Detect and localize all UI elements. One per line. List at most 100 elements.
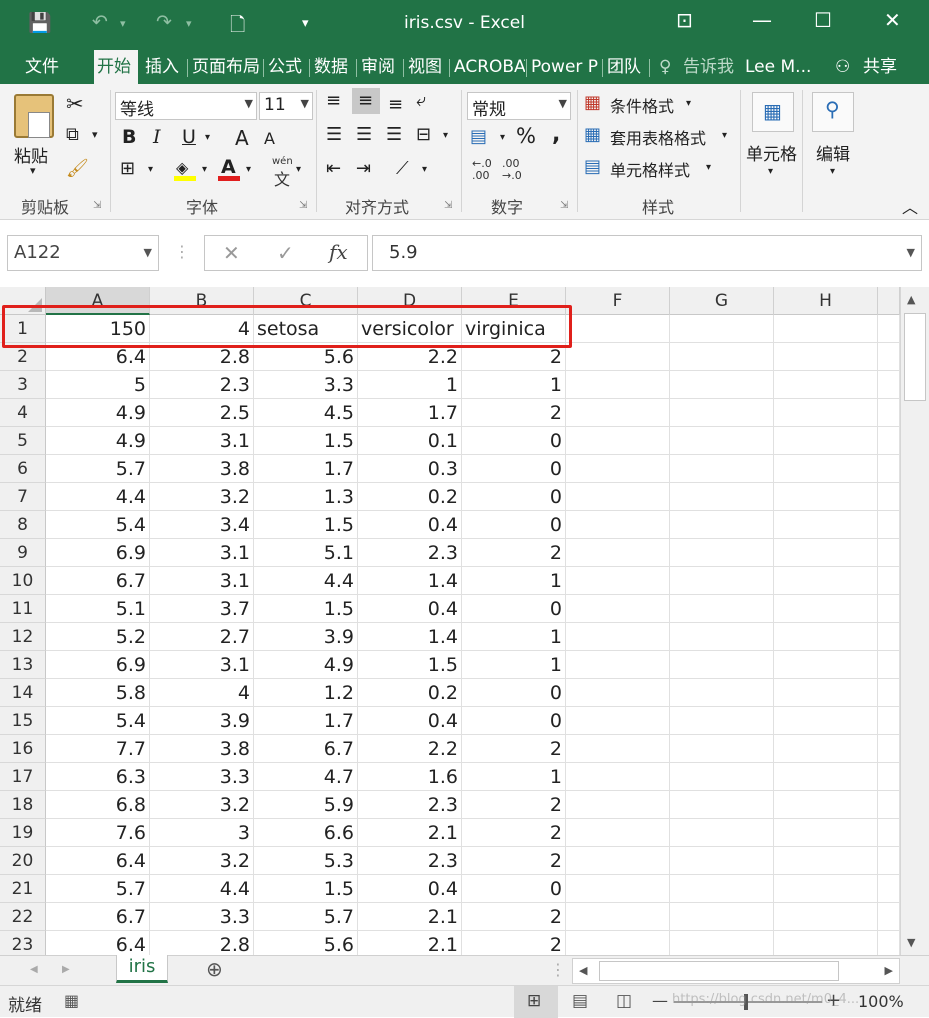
- cell[interactable]: 2.1: [358, 819, 462, 847]
- cell[interactable]: 4.9: [254, 651, 358, 679]
- number-format-combo[interactable]: 常规 ▼: [467, 92, 571, 120]
- cell[interactable]: 1.5: [358, 651, 462, 679]
- cell[interactable]: 5.9: [254, 791, 358, 819]
- row-header[interactable]: 18: [0, 791, 46, 819]
- row-header[interactable]: 12: [0, 623, 46, 651]
- underline-dropdown-icon[interactable]: ▾: [205, 132, 210, 143]
- row-header[interactable]: 16: [0, 735, 46, 763]
- cell[interactable]: 2.3: [358, 791, 462, 819]
- ribbon-display-options-icon[interactable]: ⊡: [676, 8, 693, 32]
- tab-formulas[interactable]: 公式: [265, 50, 307, 84]
- cell[interactable]: [670, 875, 774, 903]
- scroll-up-icon[interactable]: ▲: [907, 293, 915, 306]
- cell[interactable]: 0.4: [358, 595, 462, 623]
- cell[interactable]: [878, 595, 900, 623]
- cell[interactable]: 3.2: [150, 483, 254, 511]
- cell[interactable]: [774, 931, 878, 955]
- cell[interactable]: [774, 903, 878, 931]
- font-color-dropdown-icon[interactable]: ▾: [246, 164, 251, 175]
- accounting-format-icon[interactable]: ▤: [470, 126, 487, 147]
- cell[interactable]: [566, 455, 670, 483]
- cell[interactable]: 2: [462, 399, 566, 427]
- cell[interactable]: [774, 875, 878, 903]
- cell[interactable]: 3.8: [150, 735, 254, 763]
- cell[interactable]: [566, 651, 670, 679]
- copy-icon[interactable]: ⧉: [66, 124, 79, 145]
- cell[interactable]: 1.4: [358, 623, 462, 651]
- underline-button[interactable]: U: [182, 126, 196, 148]
- row-header[interactable]: 23: [0, 931, 46, 955]
- cell[interactable]: 2: [462, 903, 566, 931]
- cells-button[interactable]: 单元格: [746, 140, 797, 165]
- cell[interactable]: [566, 875, 670, 903]
- cell[interactable]: 6.9: [46, 539, 150, 567]
- search-icon[interactable]: ⚲: [812, 92, 854, 132]
- enter-icon[interactable]: ✓: [277, 241, 294, 265]
- cell[interactable]: 4.4: [46, 483, 150, 511]
- tab-split-grip-icon[interactable]: ⋮: [550, 960, 566, 979]
- cell[interactable]: [566, 315, 670, 343]
- cell[interactable]: [878, 791, 900, 819]
- cell[interactable]: [878, 315, 900, 343]
- cell[interactable]: 1.4: [358, 567, 462, 595]
- cell[interactable]: [670, 707, 774, 735]
- row-header[interactable]: 6: [0, 455, 46, 483]
- cell[interactable]: 2.3: [358, 539, 462, 567]
- cell[interactable]: 5.1: [254, 539, 358, 567]
- cell[interactable]: 1: [358, 371, 462, 399]
- format-as-table-button[interactable]: 套用表格格式: [610, 125, 706, 149]
- cell[interactable]: [670, 679, 774, 707]
- cell[interactable]: 4.5: [254, 399, 358, 427]
- align-top-icon[interactable]: ≡: [326, 90, 341, 111]
- cell[interactable]: [878, 819, 900, 847]
- maximize-icon[interactable]: ☐: [814, 8, 832, 32]
- cell[interactable]: [774, 707, 878, 735]
- cell[interactable]: [670, 539, 774, 567]
- cell[interactable]: [670, 735, 774, 763]
- cell[interactable]: [566, 903, 670, 931]
- cell[interactable]: [774, 483, 878, 511]
- person-icon[interactable]: ⚇: [832, 50, 854, 84]
- horizontal-scrollbar[interactable]: ◀ ▶: [572, 958, 900, 984]
- font-launcher-icon[interactable]: ⇲: [299, 200, 307, 211]
- row-header[interactable]: 3: [0, 371, 46, 399]
- cell[interactable]: 0.4: [358, 511, 462, 539]
- cell[interactable]: [566, 679, 670, 707]
- share-button[interactable]: 共享: [860, 50, 910, 84]
- cell[interactable]: 3.3: [150, 903, 254, 931]
- cell[interactable]: 1.5: [254, 427, 358, 455]
- cell[interactable]: 6.8: [46, 791, 150, 819]
- cell[interactable]: 1.5: [254, 875, 358, 903]
- copy-dropdown-icon[interactable]: ▾: [92, 128, 98, 141]
- sheet-next-icon[interactable]: ▶: [62, 964, 70, 975]
- cell[interactable]: 2: [462, 819, 566, 847]
- grow-font-button[interactable]: A: [235, 126, 249, 150]
- cell[interactable]: 2.3: [150, 371, 254, 399]
- cell[interactable]: 4.4: [150, 875, 254, 903]
- cell[interactable]: [774, 819, 878, 847]
- cell[interactable]: 2.3: [358, 847, 462, 875]
- tab-file[interactable]: 文件: [22, 50, 68, 84]
- cell[interactable]: [774, 539, 878, 567]
- cell[interactable]: 3.4: [150, 511, 254, 539]
- cell[interactable]: [670, 315, 774, 343]
- cell[interactable]: 5.4: [46, 707, 150, 735]
- editing-dropdown-icon[interactable]: ▾: [830, 166, 835, 177]
- cell[interactable]: [774, 595, 878, 623]
- format-painter-icon[interactable]: 🖌: [66, 158, 89, 179]
- column-header[interactable]: G: [670, 287, 774, 315]
- cell[interactable]: 2: [462, 791, 566, 819]
- fill-color-dropdown-icon[interactable]: ▾: [202, 164, 207, 175]
- cell[interactable]: 2.2: [358, 735, 462, 763]
- vertical-scroll-thumb[interactable]: [904, 313, 926, 401]
- cell[interactable]: [566, 511, 670, 539]
- cell[interactable]: 1.7: [358, 399, 462, 427]
- alignment-launcher-icon[interactable]: ⇲: [444, 200, 452, 211]
- percent-button[interactable]: %: [516, 124, 536, 148]
- cell[interactable]: 0.3: [358, 455, 462, 483]
- merge-center-icon[interactable]: ⊟: [416, 124, 431, 145]
- cell[interactable]: [670, 483, 774, 511]
- cell[interactable]: [670, 343, 774, 371]
- row-header[interactable]: 8: [0, 511, 46, 539]
- tab-home[interactable]: 开始: [94, 50, 138, 84]
